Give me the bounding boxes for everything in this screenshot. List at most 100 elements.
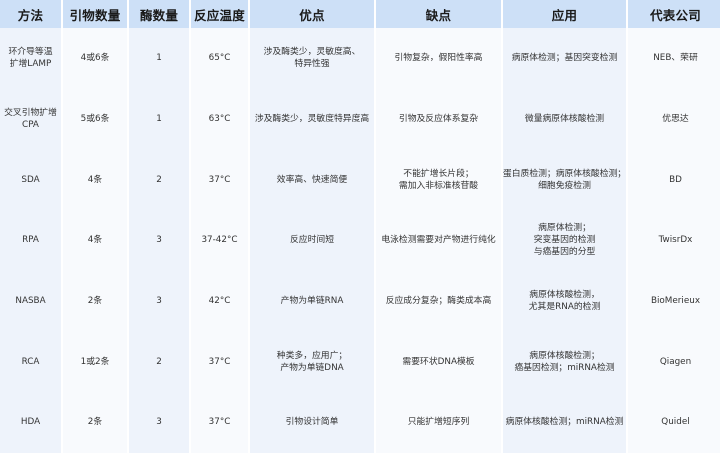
cell-text-line: NEB、荣研 <box>653 53 698 64</box>
cell-reaction-temperature: 37°C <box>191 392 248 453</box>
cell-text-line: 病原体检测； <box>538 223 591 234</box>
cell-enzyme-count: 3 <box>129 270 189 332</box>
cell-advantages: 引物设计简单 <box>250 392 374 453</box>
header-advantages: 优点 <box>250 0 374 28</box>
cell-enzyme-count: 2 <box>129 331 189 393</box>
cell-enzyme-count: 2 <box>129 149 189 211</box>
cell-enzyme-count: 1 <box>129 88 189 150</box>
cell-enzyme-count: 1 <box>129 28 189 89</box>
header-representative-companies: 代表公司 <box>628 0 720 28</box>
cell-text-line: 4或6条 <box>80 53 110 64</box>
cell-text-line: BD <box>669 174 682 185</box>
cell-text-line: 环介导等温 <box>8 47 53 58</box>
cell-text-line: Quidel <box>661 417 690 428</box>
cell-text-line: 扩增LAMP <box>9 59 52 70</box>
cell-text-line: 病原体核酸检测；miRNA检测 <box>505 417 624 428</box>
header-applications: 应用 <box>503 0 626 28</box>
cell-text-line: 效率高、快速简便 <box>276 174 348 185</box>
cell-reaction-temperature: 37-42°C <box>191 210 248 271</box>
cell-text-line: 3 <box>156 235 162 246</box>
cell-text-line: 涉及酶类少，灵敏度高、 <box>263 47 361 58</box>
cell-text-line: 优思达 <box>662 114 689 125</box>
cell-applications: 微量病原体核酸检测 <box>503 88 626 150</box>
header-disadvantages: 缺点 <box>376 0 501 28</box>
cell-text-line: 种类多，应用广； <box>276 350 348 361</box>
cell-text-line: 1 <box>156 114 162 125</box>
cell-text-line: 特异性强 <box>294 59 330 70</box>
cell-text-line: 只能扩增短序列 <box>407 417 470 428</box>
cell-text-line: BioMerieux <box>650 296 701 307</box>
cell-text-line: 与癌基因的分型 <box>533 247 596 258</box>
cell-text-line: NASBA <box>15 296 46 307</box>
cell-disadvantages: 只能扩增短序列 <box>376 392 501 453</box>
cell-text-line: 反应时间短 <box>290 235 334 246</box>
cell-applications: 蛋白质检测；病原体核酸检测； 细胞免疫检测 <box>503 149 626 211</box>
cell-disadvantages: 不能扩增长片段； 需加入非标准核苷酸 <box>376 149 501 211</box>
header-enzyme-count: 酶数量 <box>129 0 189 28</box>
cell-text-line: 引物及反应体系复杂 <box>398 114 479 125</box>
cell-method: RPA <box>0 210 61 271</box>
cell-text-line: 37-42°C <box>201 235 238 246</box>
cell-method: SDA <box>0 149 61 211</box>
cell-text-line: 63°C <box>208 114 231 125</box>
cell-representative-companies: 优思达 <box>628 88 720 150</box>
cell-advantages: 涉及酶类少，灵敏度高、 特异性强 <box>250 28 374 89</box>
cell-representative-companies: NEB、荣研 <box>628 28 720 89</box>
cell-text-line: 4条 <box>87 235 103 246</box>
cell-text-line: 蛋白质检测；病原体核酸检测； <box>503 168 626 179</box>
cell-text-line: 反应成分复杂；酶类成本高 <box>385 296 492 307</box>
cell-text-line: 微量病原体核酸检测 <box>524 114 605 125</box>
cell-disadvantages: 电泳检测需要对产物进行纯化 <box>376 210 501 271</box>
cell-text-line: 细胞免疫检测 <box>538 180 591 191</box>
cell-method: NASBA <box>0 270 61 332</box>
cell-text-line: 产物为单链DNA <box>280 362 344 373</box>
cell-text-line: 1 <box>156 53 162 64</box>
cell-text-line: 65°C <box>208 53 231 64</box>
cell-reaction-temperature: 65°C <box>191 28 248 89</box>
cell-primer-count: 4或6条 <box>63 28 127 89</box>
cell-method: HDA <box>0 392 61 453</box>
cell-text-line: 不能扩增长片段； <box>403 168 474 179</box>
cell-text-line: SDA <box>21 174 40 185</box>
cell-disadvantages: 引物及反应体系复杂 <box>376 88 501 150</box>
cell-method: RCA <box>0 331 61 393</box>
cell-text-line: 42°C <box>208 296 231 307</box>
cell-text-line: 病原体检测；基因突变检测 <box>511 53 618 64</box>
cell-text-line: Qiagen <box>659 356 692 367</box>
cell-applications: 病原体核酸检测；miRNA检测 <box>503 392 626 453</box>
cell-advantages: 种类多，应用广； 产物为单链DNA <box>250 331 374 393</box>
cell-primer-count: 4条 <box>63 149 127 211</box>
cell-representative-companies: Quidel <box>628 392 720 453</box>
cell-text-line: 37°C <box>208 417 231 428</box>
cell-text-line: 产物为单链RNA <box>280 296 344 307</box>
cell-reaction-temperature: 42°C <box>191 270 248 332</box>
cell-method: 交叉引物扩增 CPA <box>0 88 61 150</box>
cell-text-line: 2 <box>156 356 162 367</box>
cell-text-line: 引物设计简单 <box>285 417 339 428</box>
cell-primer-count: 5或6条 <box>63 88 127 150</box>
cell-text-line: HDA <box>20 417 41 428</box>
cell-text-line: 涉及酶类少，灵敏度特异度高 <box>254 114 370 125</box>
cell-text-line: 1或2条 <box>80 356 110 367</box>
cell-text-line: 尤其是RNA的检测 <box>528 302 601 313</box>
cell-text-line: CPA <box>22 120 39 131</box>
cell-primer-count: 2条 <box>63 270 127 332</box>
cell-text-line: RCA <box>21 356 40 367</box>
cell-enzyme-count: 3 <box>129 210 189 271</box>
cell-applications: 病原体检测；基因突变检测 <box>503 28 626 89</box>
cell-text-line: 需要环状DNA模板 <box>402 356 475 367</box>
cell-disadvantages: 引物复杂，假阳性率高 <box>376 28 501 89</box>
comparison-table: 方法 引物数量 酶数量 反应温度 优点 缺点 应用 代表公司 环介导等温 扩增LAMP 4或6条 1 6… <box>0 0 720 453</box>
cell-reaction-temperature: 37°C <box>191 149 248 211</box>
cell-method: 环介导等温 扩增LAMP <box>0 28 61 89</box>
cell-representative-companies: TwisrDx <box>628 210 720 271</box>
cell-reaction-temperature: 63°C <box>191 88 248 150</box>
cell-primer-count: 1或2条 <box>63 331 127 393</box>
cell-text-line: 4条 <box>87 174 103 185</box>
cell-text-line: 突变基因的检测 <box>533 235 596 246</box>
cell-text-line: 37°C <box>208 356 231 367</box>
cell-advantages: 产物为单链RNA <box>250 270 374 332</box>
cell-reaction-temperature: 37°C <box>191 331 248 393</box>
header-reaction-temperature: 反应温度 <box>191 0 248 28</box>
cell-text-line: 癌基因检测；miRNA检测 <box>514 362 615 373</box>
